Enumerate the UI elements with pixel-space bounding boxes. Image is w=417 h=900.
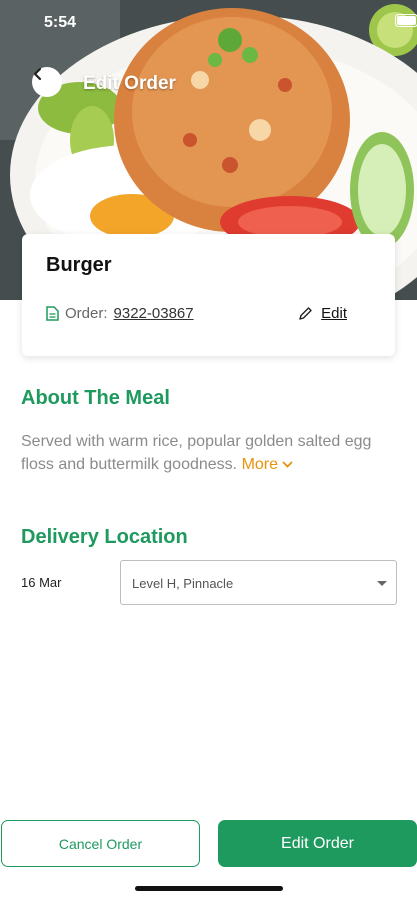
screen-title: Edit Order — [83, 73, 176, 94]
order-label: Order: — [65, 305, 108, 322]
document-icon — [46, 306, 59, 321]
status-time: 5:54 — [44, 14, 77, 31]
edit-link-label: Edit — [321, 305, 347, 322]
more-link[interactable]: More — [242, 456, 294, 473]
about-description-text: Served with warm rice, popular golden sa… — [21, 433, 372, 473]
pencil-icon — [299, 307, 312, 320]
delivery-date: 16 Mar — [21, 575, 62, 590]
dropdown-caret-icon — [377, 581, 387, 586]
status-bar: 5:54 — [0, 0, 417, 44]
home-indicator — [135, 886, 283, 891]
chevron-down-icon — [283, 461, 293, 468]
edit-order-link[interactable]: Edit — [298, 305, 347, 322]
edit-order-button[interactable]: Edit Order — [218, 820, 417, 867]
delivery-title: Delivery Location — [21, 526, 188, 548]
order-card: Burger Order: 9322-03867 Edit — [22, 234, 395, 356]
item-name: Burger — [46, 254, 112, 276]
location-value: Level H, Pinnacle — [132, 576, 234, 591]
back-button[interactable] — [32, 67, 62, 97]
location-select[interactable]: Level H, Pinnacle — [120, 560, 397, 605]
about-description: Served with warm rice, popular golden sa… — [21, 430, 401, 476]
cancel-order-button[interactable]: Cancel Order — [1, 820, 200, 867]
chevron-left-icon — [33, 67, 42, 81]
about-title: About The Meal — [21, 387, 170, 409]
order-number-row: Order: 9322-03867 — [46, 305, 194, 322]
order-number: 9322-03867 — [113, 305, 194, 322]
battery-icon — [395, 14, 417, 27]
more-label: More — [241, 456, 279, 473]
